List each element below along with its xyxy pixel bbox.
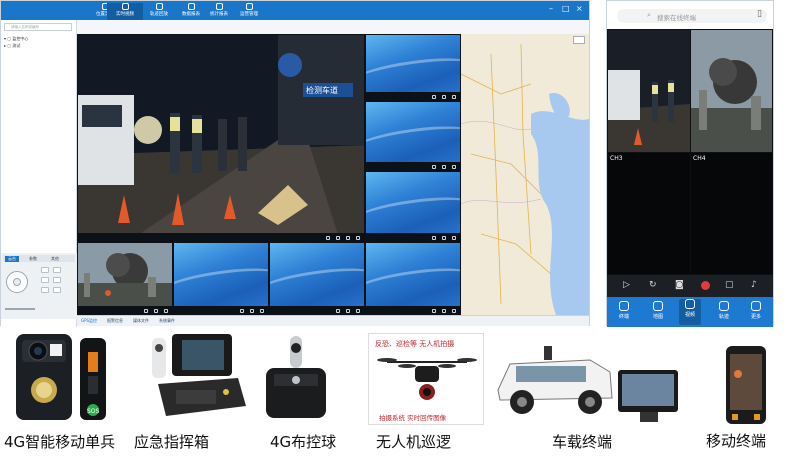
nav-terminal[interactable]: 终端	[613, 301, 635, 320]
tab-media-files[interactable]: 媒体文件	[133, 318, 149, 324]
tab-system-events[interactable]: 系统事件	[159, 318, 175, 324]
ptz-tab-bar: 云台 参数 其他	[3, 255, 75, 262]
drone-banner: 反恐、巡检等 无人机拍摄 拍摄系统 实时回传图像	[368, 333, 484, 425]
maximize-icon[interactable]: □	[562, 4, 570, 14]
iris-close-button[interactable]	[53, 287, 61, 293]
ptz-tab-other[interactable]: 其他	[51, 256, 59, 262]
snapshot-icon[interactable]: ◙	[675, 280, 684, 290]
nav-video[interactable]: 视频	[679, 299, 701, 325]
video-tile-6[interactable]	[173, 242, 269, 315]
fire-smoke-scene	[78, 243, 172, 309]
china-map	[461, 34, 589, 315]
map-pin-icon	[653, 301, 663, 311]
nav-tab-live-video[interactable]: 实时视频	[107, 3, 143, 20]
gear-icon	[751, 301, 761, 311]
phone-video-ch4[interactable]: CH4	[691, 153, 772, 274]
focus-far-button[interactable]	[53, 277, 61, 283]
zoom-in-button[interactable]	[41, 267, 49, 273]
video-icon	[121, 3, 129, 10]
phone-video-toolbar: ▷ ↻ ◙ ▢ ♪	[607, 275, 773, 297]
focus-near-button[interactable]	[41, 277, 49, 283]
bottom-tab-bar: GPS监控 报警信息 媒体文件 系统事件	[77, 315, 589, 326]
svg-text:SOS: SOS	[87, 408, 100, 415]
playback-icon	[155, 3, 163, 10]
phone-bottom-nav: 终端 地图 视频 轨迹 更多	[607, 297, 773, 327]
phone-video-grid: CH3 CH4	[607, 29, 773, 275]
speed-slider[interactable]	[5, 308, 35, 310]
ptz-control-panel: 云台 参数 其他	[1, 253, 77, 319]
caption-drone: 无人机巡逻	[376, 433, 452, 451]
nav-more[interactable]: 更多	[745, 301, 767, 320]
play-icon[interactable]: ▷	[623, 280, 630, 290]
nav-map[interactable]: 地图	[647, 301, 669, 320]
minimize-icon[interactable]: –	[549, 4, 553, 14]
ptz-tab-params[interactable]: 参数	[29, 256, 37, 262]
video-tile-2[interactable]	[365, 34, 461, 101]
video-tile-fire[interactable]	[77, 242, 173, 315]
vehicle-monitor-image	[497, 346, 678, 422]
ptz-center-button[interactable]	[13, 278, 21, 286]
body-camera-image: SOS	[16, 334, 106, 420]
ptz-tab-gimbal[interactable]: 云台	[5, 256, 19, 262]
nav-tab-track-playback[interactable]: 轨迹回放	[141, 3, 177, 20]
caption-vehicle: 车载终端	[552, 433, 613, 451]
nav-tab-operation[interactable]: 运营管理	[231, 3, 267, 20]
ptz-ball-image	[266, 336, 326, 418]
tab-gps-monitor[interactable]: GPS监控	[81, 318, 97, 324]
police-checkpoint-scene: 检测车道	[78, 35, 364, 235]
record-icon[interactable]	[701, 281, 710, 290]
video-icon	[685, 299, 695, 309]
tree-node-test[interactable]: ▸ ▢ 测试	[4, 43, 20, 49]
microphone-icon[interactable]: ♪	[751, 280, 757, 290]
device-search-input[interactable]: 请输入名称或编号	[4, 23, 72, 31]
book-icon[interactable]: ▯	[757, 9, 762, 19]
caption-body-camera: 4G智能移动单兵	[4, 433, 116, 451]
main-video-tile[interactable]: 检测车道	[77, 34, 365, 242]
phone-video-ch1[interactable]	[608, 30, 690, 152]
chart-icon	[215, 3, 223, 10]
search-icon: ⌕	[647, 11, 651, 19]
video-tile-8[interactable]	[365, 242, 461, 315]
caption-command-case: 应急指挥箱	[134, 433, 210, 451]
svg-text:检测车道: 检测车道	[306, 85, 338, 95]
map-zoom-control[interactable]	[573, 36, 585, 44]
video-tile-4[interactable]	[365, 171, 461, 242]
nav-track[interactable]: 轨迹	[713, 301, 735, 320]
stop-icon[interactable]: ▢	[725, 280, 734, 290]
track-icon	[719, 301, 729, 311]
mobile-app-screen: ⌕ 搜索在线终端 ▯ CH3 CH4 ▷ ↻ ◙ ▢ ♪ 终端 地图 视频 轨迹…	[606, 0, 774, 327]
desktop-client-window: 位置定位 实时视频 轨迹回放 数据报表 统计报表 运营管理 – □ × 请输入名…	[0, 0, 590, 327]
phone-video-ch3[interactable]: CH3	[608, 153, 690, 274]
phone-video-ch2[interactable]	[691, 30, 772, 152]
tab-alarm-info[interactable]: 报警信息	[107, 318, 123, 324]
report-icon	[187, 3, 195, 10]
drone-image	[377, 358, 477, 400]
rugged-phone-image	[726, 346, 766, 424]
video-tile-3[interactable]	[365, 101, 461, 171]
zoom-out-button[interactable]	[53, 267, 61, 273]
top-navigation-bar: 位置定位 实时视频 轨迹回放 数据报表 统计报表 运营管理 – □ ×	[1, 1, 589, 20]
iris-open-button[interactable]	[41, 287, 49, 293]
phone-search-input[interactable]: ⌕ 搜索在线终端	[617, 9, 767, 23]
video-tile-7[interactable]	[269, 242, 365, 315]
caption-mobile-terminal: 移动终端	[706, 432, 767, 450]
settings-icon	[245, 3, 253, 10]
caption-ptz-ball: 4G布控球	[270, 433, 337, 451]
terminal-icon	[619, 301, 629, 311]
tree-node-center[interactable]: ▾ ▢ 监控中心	[4, 36, 28, 42]
command-case-image	[152, 334, 246, 416]
refresh-icon[interactable]: ↻	[649, 280, 657, 290]
gps-map-panel[interactable]	[461, 34, 589, 315]
close-icon[interactable]: ×	[576, 4, 583, 14]
